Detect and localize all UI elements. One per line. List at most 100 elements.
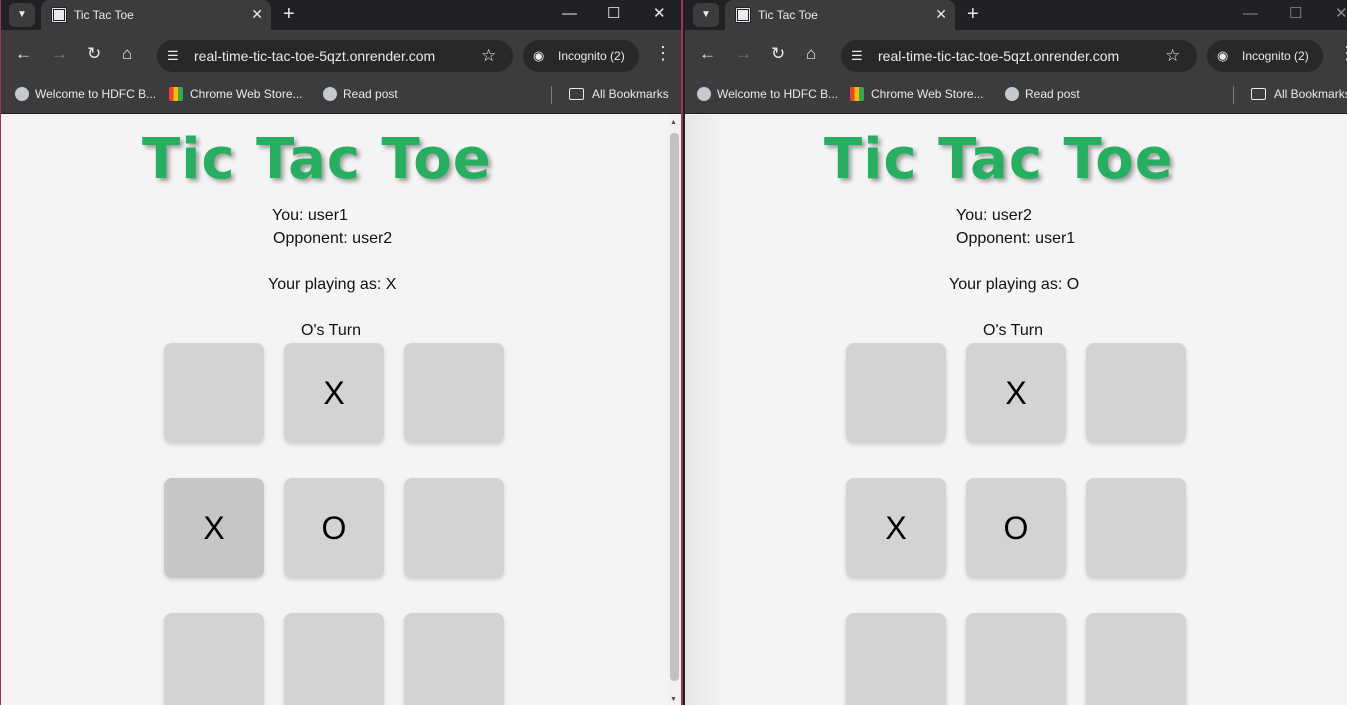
minimize-icon[interactable]: — bbox=[1243, 4, 1258, 24]
board-cell-7[interactable] bbox=[284, 613, 384, 705]
globe-icon bbox=[323, 87, 337, 101]
board-cell-6[interactable] bbox=[164, 613, 264, 705]
star-icon[interactable]: ☆ bbox=[1165, 46, 1180, 66]
tab-active[interactable]: Tic Tac Toe ✕ bbox=[41, 0, 271, 30]
page-content: Tic Tac Toe You: user2 Opponent: user1 Y… bbox=[685, 115, 1347, 705]
page-title: Tic Tac Toe bbox=[142, 127, 492, 192]
playing-as-label: Your playing as: X bbox=[268, 276, 397, 293]
close-window-icon[interactable]: ✕ bbox=[1335, 4, 1347, 24]
close-icon[interactable]: ✕ bbox=[935, 6, 947, 22]
chrome-web-store-icon bbox=[169, 87, 183, 101]
you-label: You: user2 bbox=[956, 207, 1032, 224]
plus-icon[interactable]: + bbox=[283, 3, 295, 25]
playing-as-label: Your playing as: O bbox=[949, 276, 1080, 293]
scroll-down-icon[interactable]: ▼ bbox=[670, 696, 677, 703]
board-cell-2[interactable] bbox=[404, 343, 504, 443]
star-icon[interactable]: ☆ bbox=[481, 46, 496, 66]
board-cell-2[interactable] bbox=[1086, 343, 1186, 443]
board-cell-5[interactable] bbox=[1086, 478, 1186, 578]
favicon-icon bbox=[51, 7, 67, 23]
reload-icon[interactable]: ↻ bbox=[771, 44, 785, 64]
home-icon[interactable]: ⌂ bbox=[806, 44, 816, 64]
back-icon[interactable]: ← bbox=[15, 44, 32, 64]
incognito-icon: ◉ bbox=[1217, 48, 1229, 63]
turn-label: O's Turn bbox=[983, 322, 1043, 339]
menu-icon[interactable]: ⋮ bbox=[1338, 43, 1347, 64]
forward-icon[interactable]: → bbox=[735, 44, 752, 64]
url-text[interactable]: real-time-tic-tac-toe-5qzt.onrender.com bbox=[194, 48, 435, 64]
toolbar: ← → ↻ ⌂ ☰ real-time-tic-tac-toe-5qzt.onr… bbox=[685, 30, 1347, 78]
url-text[interactable]: real-time-tic-tac-toe-5qzt.onrender.com bbox=[878, 48, 1119, 64]
maximize-icon[interactable]: ☐ bbox=[1289, 4, 1302, 24]
page-title: Tic Tac Toe bbox=[824, 127, 1174, 192]
menu-icon[interactable]: ⋮ bbox=[654, 43, 672, 64]
board-cell-1[interactable]: X bbox=[966, 343, 1066, 443]
bookmarks-bar: Welcome to HDFC B... Chrome Web Store...… bbox=[1, 78, 681, 114]
board-cell-0[interactable] bbox=[846, 343, 946, 443]
vertical-scrollbar[interactable]: ▲ ▼ bbox=[667, 115, 681, 705]
minimize-icon[interactable]: — bbox=[562, 4, 577, 24]
incognito-label: Incognito (2) bbox=[558, 49, 625, 63]
incognito-button[interactable]: ◉ Incognito (2) bbox=[523, 40, 639, 72]
site-info-icon[interactable]: ☰ bbox=[167, 48, 179, 64]
globe-icon bbox=[697, 87, 711, 101]
board-cell-8[interactable] bbox=[404, 613, 504, 705]
board-cell-5[interactable] bbox=[404, 478, 504, 578]
opponent-label: Opponent: user2 bbox=[273, 230, 393, 247]
board-cell-3[interactable]: X bbox=[846, 478, 946, 578]
board-cell-1[interactable]: X bbox=[284, 343, 384, 443]
bookmarks-bar: Welcome to HDFC B... Chrome Web Store...… bbox=[685, 78, 1347, 114]
board-cell-3[interactable]: X bbox=[164, 478, 264, 578]
board-cell-0[interactable] bbox=[164, 343, 264, 443]
folder-icon bbox=[569, 88, 584, 100]
tab-list-icon[interactable]: ▼ bbox=[9, 3, 35, 27]
board-cell-7[interactable] bbox=[966, 613, 1066, 705]
bookmark-hdfc[interactable]: Welcome to HDFC B... bbox=[717, 87, 838, 101]
maximize-icon[interactable]: ☐ bbox=[607, 4, 620, 24]
title-bar: ▼ Tic Tac Toe ✕ + — ☐ ✕ bbox=[685, 0, 1347, 30]
bookmark-read-post[interactable]: Read post bbox=[343, 87, 398, 101]
scrollbar-thumb[interactable] bbox=[670, 133, 679, 681]
chrome-web-store-icon bbox=[850, 87, 864, 101]
tab-title: Tic Tac Toe bbox=[74, 8, 134, 22]
address-bar[interactable]: ☰ real-time-tic-tac-toe-5qzt.onrender.co… bbox=[841, 40, 1197, 72]
incognito-button[interactable]: ◉ Incognito (2) bbox=[1207, 40, 1323, 72]
bookmark-chrome-web-store[interactable]: Chrome Web Store... bbox=[871, 87, 984, 101]
board-cell-8[interactable] bbox=[1086, 613, 1186, 705]
home-icon[interactable]: ⌂ bbox=[122, 44, 132, 64]
you-label: You: user1 bbox=[272, 207, 348, 224]
forward-icon[interactable]: → bbox=[51, 44, 68, 64]
title-bar: ▼ Tic Tac Toe ✕ + — ☐ ✕ bbox=[1, 0, 681, 30]
site-info-icon[interactable]: ☰ bbox=[851, 48, 863, 64]
reload-icon[interactable]: ↻ bbox=[87, 44, 101, 64]
turn-label: O's Turn bbox=[301, 322, 361, 339]
bookmark-read-post[interactable]: Read post bbox=[1025, 87, 1080, 101]
page-content: Tic Tac Toe You: user1 Opponent: user2 Y… bbox=[1, 115, 681, 705]
board-cell-6[interactable] bbox=[846, 613, 946, 705]
bookmark-chrome-web-store[interactable]: Chrome Web Store... bbox=[190, 87, 303, 101]
close-window-icon[interactable]: ✕ bbox=[653, 4, 666, 24]
tab-list-icon[interactable]: ▼ bbox=[693, 3, 719, 27]
bookmarks-separator bbox=[551, 86, 552, 104]
incognito-icon: ◉ bbox=[533, 48, 545, 63]
all-bookmarks[interactable]: All Bookmarks bbox=[1274, 87, 1347, 101]
globe-icon bbox=[1005, 87, 1019, 101]
globe-icon bbox=[15, 87, 29, 101]
close-icon[interactable]: ✕ bbox=[251, 6, 263, 22]
incognito-label: Incognito (2) bbox=[1242, 49, 1309, 63]
folder-icon bbox=[1251, 88, 1266, 100]
opponent-label: Opponent: user1 bbox=[956, 230, 1076, 247]
board-cell-4[interactable]: O bbox=[284, 478, 384, 578]
tab-active[interactable]: Tic Tac Toe ✕ bbox=[725, 0, 955, 30]
all-bookmarks[interactable]: All Bookmarks bbox=[592, 87, 669, 101]
board-cell-4[interactable]: O bbox=[966, 478, 1066, 578]
back-icon[interactable]: ← bbox=[699, 44, 716, 64]
bookmark-hdfc[interactable]: Welcome to HDFC B... bbox=[35, 87, 156, 101]
toolbar: ← → ↻ ⌂ ☰ real-time-tic-tac-toe-5qzt.onr… bbox=[1, 30, 681, 78]
address-bar[interactable]: ☰ real-time-tic-tac-toe-5qzt.onrender.co… bbox=[157, 40, 513, 72]
plus-icon[interactable]: + bbox=[967, 3, 979, 25]
tab-title: Tic Tac Toe bbox=[758, 8, 818, 22]
window-edge-shadow bbox=[685, 115, 725, 705]
scroll-up-icon[interactable]: ▲ bbox=[670, 119, 677, 126]
favicon-icon bbox=[735, 7, 751, 23]
